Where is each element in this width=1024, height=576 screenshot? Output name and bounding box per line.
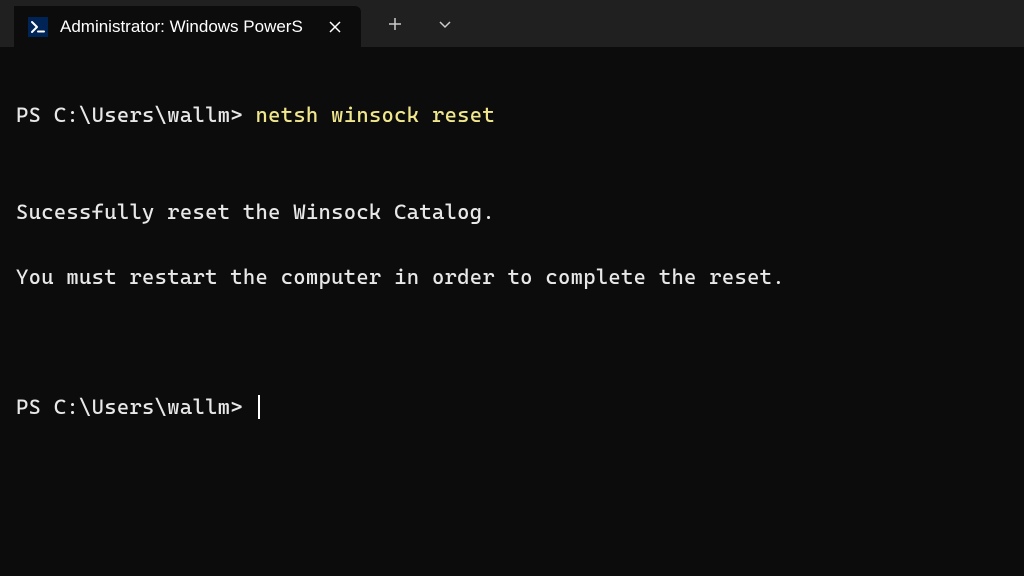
tab-powershell[interactable]: Administrator: Windows PowerS <box>14 6 361 47</box>
command-text: netsh winsock reset <box>256 103 496 127</box>
tab-title: Administrator: Windows PowerS <box>60 17 303 37</box>
window-titlebar: Administrator: Windows PowerS <box>0 0 1024 48</box>
cursor <box>258 395 260 419</box>
prompt-line-1: PS C:\Users\wallm> netsh winsock reset <box>16 103 495 127</box>
chevron-down-icon <box>437 16 453 32</box>
close-icon <box>328 20 342 34</box>
new-tab-button[interactable] <box>379 8 411 40</box>
tab-close-button[interactable] <box>323 15 347 39</box>
titlebar-actions <box>361 0 479 47</box>
output-line-2: You must restart the computer in order t… <box>16 261 1008 294</box>
blank-line <box>16 131 1008 164</box>
blank-line <box>16 326 1008 359</box>
powershell-icon <box>28 17 48 37</box>
tab-dropdown-button[interactable] <box>429 8 461 40</box>
terminal-output-area[interactable]: PS C:\Users\wallm> netsh winsock reset S… <box>0 48 1024 442</box>
output-line-1: Sucessfully reset the Winsock Catalog. <box>16 196 1008 229</box>
prompt-line-2: PS C:\Users\wallm> <box>16 395 260 419</box>
plus-icon <box>387 16 403 32</box>
